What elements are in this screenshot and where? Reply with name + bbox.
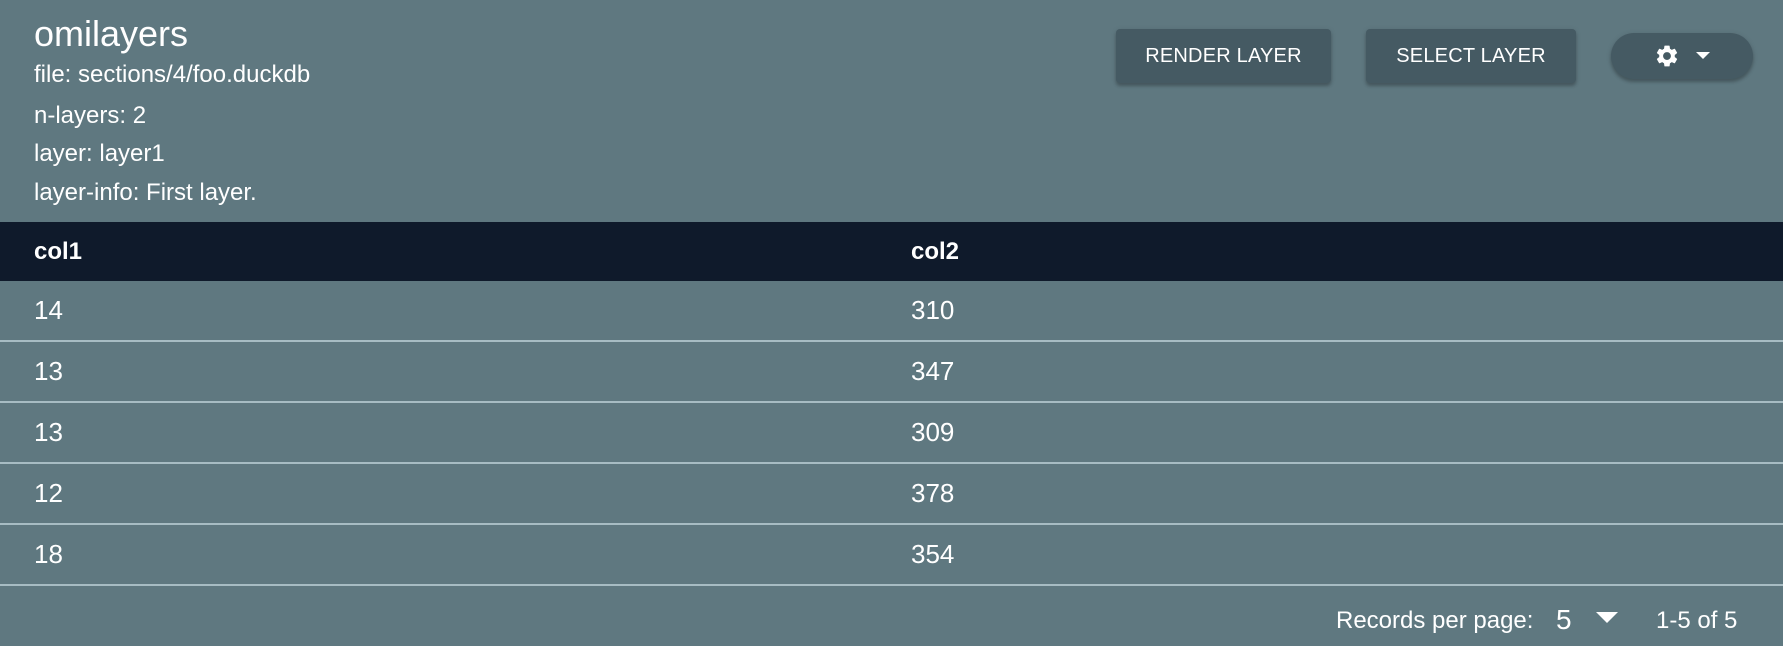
chevron-down-icon	[1595, 611, 1618, 629]
cell-col1: 13	[34, 356, 63, 386]
table-row[interactable]: 12 378	[0, 464, 1783, 525]
cell-col2: 347	[911, 356, 955, 386]
file-info: file: sections/4/foo.duckdb	[34, 61, 311, 88]
cell-col2: 309	[911, 417, 955, 447]
cell-col2: 378	[911, 478, 955, 508]
settings-menu-button[interactable]	[1611, 33, 1753, 79]
table-header: col1 col2	[0, 222, 1783, 281]
select-layer-button[interactable]: SELECT LAYER	[1366, 29, 1576, 83]
page-title: omilayers	[34, 13, 189, 54]
gear-icon	[1654, 43, 1680, 69]
table-row[interactable]: 13 347	[0, 342, 1783, 403]
table-row[interactable]: 14 310	[0, 281, 1783, 342]
pagination-range: 1-5 of 5	[1656, 607, 1738, 634]
cell-col1: 13	[34, 417, 63, 447]
cell-col1: 18	[34, 539, 63, 569]
nlayers-info: n-layers: 2	[34, 102, 147, 129]
app-window: omilayers file: sections/4/foo.duckdb n-…	[0, 0, 1783, 646]
table-row[interactable]: 13 309	[0, 403, 1783, 464]
layer-info: layer: layer1	[34, 140, 165, 167]
data-table: col1 col2 14 310 13 347 13 309 12 378 18…	[0, 222, 1783, 586]
table-row[interactable]: 18 354	[0, 525, 1783, 586]
cell-col1: 12	[34, 478, 63, 508]
records-per-page-value: 5	[1556, 604, 1572, 635]
cell-col1: 14	[34, 295, 63, 325]
caret-down-icon	[1696, 52, 1710, 60]
records-per-page-select[interactable]: 5	[1556, 602, 1626, 638]
header: omilayers file: sections/4/foo.duckdb n-…	[0, 0, 1783, 222]
records-per-page-label: Records per page:	[1336, 607, 1534, 634]
render-layer-button[interactable]: RENDER LAYER	[1116, 29, 1331, 83]
column-header-col2[interactable]: col2	[911, 238, 959, 266]
table-pagination: Records per page: 5 1-5 of 5	[0, 585, 1783, 646]
cell-col2: 354	[911, 539, 955, 569]
layer-description: layer-info: First layer.	[34, 179, 257, 206]
cell-col2: 310	[911, 295, 955, 325]
column-header-col1[interactable]: col1	[34, 238, 82, 266]
